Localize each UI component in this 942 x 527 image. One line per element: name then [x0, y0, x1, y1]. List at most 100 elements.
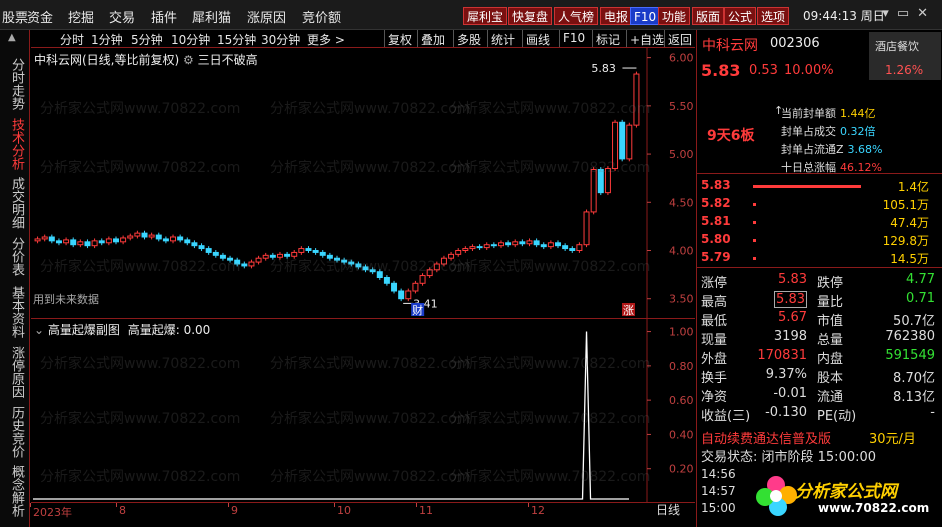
sidebar-tab[interactable]: 概念解析 — [8, 465, 24, 517]
period-tab[interactable]: 1分钟 — [91, 31, 123, 48]
candle — [505, 240, 512, 248]
period-tab[interactable]: 15分钟 — [217, 31, 256, 48]
chart-action-button[interactable]: +自选 — [630, 31, 664, 48]
chart-action-button[interactable]: 叠加 — [421, 31, 445, 48]
chart-action-button[interactable]: 多股 — [457, 31, 481, 48]
price-chart-pane[interactable]: 6.00 5.50 5.00 4.50 4.00 3.50 5.83 3.41 财涨 中科云网(… — [31, 48, 695, 318]
window-controls[interactable]: ▾▭✕ — [882, 6, 936, 21]
tick-time: 15:00 — [701, 501, 736, 515]
promo-text[interactable]: 自动续费通达信普及版 — [701, 428, 831, 447]
candle — [134, 230, 141, 239]
candle — [590, 167, 597, 215]
orderbook-row[interactable]: 5.80 129.8万 — [701, 232, 939, 250]
orderbook-volume: 47.4万 — [890, 216, 929, 230]
period-day-button[interactable]: 日线 — [656, 501, 680, 518]
toolbar-button[interactable]: 快复盘 — [508, 7, 553, 25]
menu-item[interactable]: 挖掘 — [68, 7, 94, 26]
promo-price[interactable]: 30元/月 — [869, 428, 916, 447]
candle — [626, 122, 633, 162]
period-tab[interactable]: 30分钟 — [261, 31, 300, 48]
scroll-up-icon[interactable]: ▲ — [8, 32, 16, 43]
orderbook-price: 5.81 — [701, 214, 731, 228]
toolbar-button[interactable]: 公式 — [724, 7, 757, 25]
stat-label: 市值 — [817, 314, 844, 329]
candle — [497, 240, 504, 249]
candle — [619, 119, 626, 162]
indicator-tick-label: 1.00 — [669, 326, 694, 339]
stat-value: -0.01 — [773, 386, 807, 401]
clock: 09:44:13 周日 — [803, 9, 885, 23]
candle — [469, 244, 476, 251]
orderbook-row[interactable]: 5.81 47.4万 — [701, 214, 939, 232]
period-tab[interactable]: 10分钟 — [171, 31, 210, 48]
orderbook-row[interactable]: 5.83 1.4亿 — [701, 178, 939, 196]
toolbar-separator — [417, 30, 418, 47]
toolbar-separator — [384, 30, 385, 47]
stat-value: 5.67 — [778, 310, 807, 325]
indicator-pane[interactable]: 1.00 0.80 0.60 0.40 0.20 ⌄ 高量起爆副图 高量起爆: 0.00 — [31, 318, 695, 503]
menu-item[interactable]: 涨原因 — [247, 7, 286, 26]
menu-item[interactable]: 交易 — [109, 7, 135, 26]
candle — [184, 237, 191, 246]
candle — [191, 240, 198, 249]
indicator-tick-label: 0.40 — [669, 428, 694, 441]
toolbar-button[interactable]: 犀利宝 — [463, 7, 508, 25]
sector-name: 酒店餐饮 — [875, 40, 919, 53]
menu-item[interactable]: 股票 — [2, 7, 28, 26]
stat-label: 最低 — [701, 314, 728, 329]
candle — [177, 234, 184, 243]
divider — [697, 267, 942, 268]
stat-label: 外盘 — [701, 352, 728, 367]
stat-label: 跌停 — [817, 276, 844, 291]
orderbook-volume: 14.5万 — [890, 252, 929, 266]
period-tab[interactable]: 分时 — [60, 31, 84, 48]
candle — [376, 269, 383, 280]
sidebar-tab[interactable]: 历史竞价 — [8, 406, 24, 458]
period-tab[interactable]: 5分钟 — [131, 31, 163, 48]
menu-item[interactable]: 插件 — [151, 7, 177, 26]
toolbar-button[interactable]: 人气榜 — [554, 7, 599, 25]
orderbook-row[interactable]: 5.79 14.5万 — [701, 250, 939, 268]
chart-action-button[interactable]: F10 — [563, 31, 585, 45]
chart-action-button[interactable]: 标记 — [596, 31, 620, 48]
toolbar-button[interactable]: 版面 — [692, 7, 725, 25]
candle — [55, 238, 62, 246]
chart-action-button[interactable]: 画线 — [526, 31, 550, 48]
x-axis-label: 2023年 — [33, 506, 72, 519]
chart-action-button[interactable]: 统计 — [491, 31, 515, 48]
sidebar-tab[interactable]: 基本资料 — [8, 286, 24, 338]
stat-value: 591549 — [885, 348, 935, 363]
toolbar-button[interactable]: 选项 — [757, 7, 790, 25]
candle — [276, 251, 283, 260]
candle — [462, 246, 469, 253]
menu-item[interactable]: 犀利猫 — [192, 7, 231, 26]
sidebar-tab[interactable]: 成交明细 — [8, 177, 24, 229]
chart-action-button[interactable]: 复权 — [388, 31, 412, 48]
finance-badge-label: 财 — [412, 303, 423, 317]
sidebar-tab[interactable]: 分价表 — [8, 237, 24, 276]
stat-value: 5.83 — [774, 291, 807, 308]
orderbook-volume-bar — [753, 257, 756, 260]
toolbar-button[interactable]: F10 — [630, 7, 661, 25]
price-tick-label: 5.00 — [669, 148, 694, 161]
x-axis-tick — [416, 503, 417, 507]
sidebar-tab[interactable]: 涨停原因 — [8, 346, 24, 398]
stat-value: 3198 — [773, 329, 807, 344]
menu-item[interactable]: 资金 — [27, 7, 53, 26]
x-axis-label: 8 — [119, 504, 126, 517]
orderbook-row[interactable]: 5.82 105.1万 — [701, 196, 939, 214]
toolbar-button[interactable]: 功能 — [658, 7, 691, 25]
collapse-icon[interactable]: ⌄ — [34, 323, 48, 337]
menu-item[interactable]: 竞价额 — [302, 7, 341, 26]
indicator-line — [33, 331, 629, 500]
stat-label: 流通 — [817, 390, 844, 405]
orderbook-volume: 129.8万 — [882, 234, 929, 248]
sidebar-tab[interactable]: 分时走势 — [8, 58, 24, 110]
chart-action-button[interactable]: 返回 — [668, 31, 692, 48]
settings-icon[interactable]: ⚙ — [183, 53, 198, 67]
period-tab[interactable]: 更多 > — [307, 31, 345, 48]
sidebar-tab[interactable]: 技术分析 — [8, 118, 24, 170]
candle — [576, 242, 583, 253]
tick-time: 14:56 — [701, 467, 736, 481]
toolbar-button[interactable]: 电报 — [600, 7, 633, 25]
